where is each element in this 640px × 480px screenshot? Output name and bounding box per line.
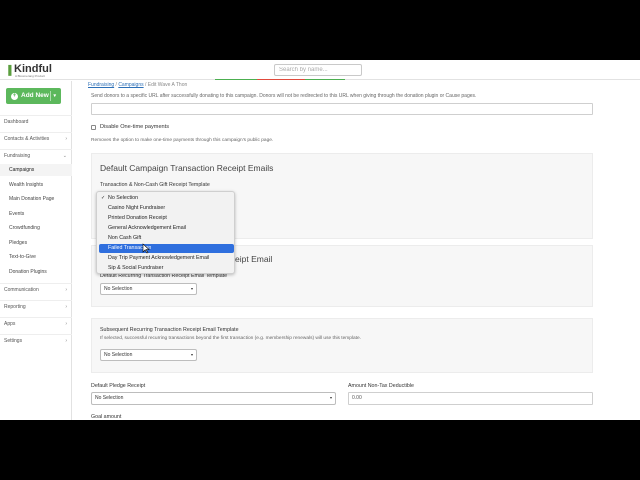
select-value: No Selection [104, 352, 133, 358]
chevron-down-icon: ▾ [190, 286, 193, 291]
sidebar-item-events[interactable]: Events [0, 208, 72, 220]
sidebar-item-crowdfunding[interactable]: Crowdfunding [0, 222, 72, 234]
chevron-down-icon: ▾ [329, 395, 332, 400]
sidebar-item-label: Apps [4, 321, 16, 327]
chevron-down-icon: ⌄ [62, 153, 67, 159]
redirect-url-input[interactable] [91, 103, 593, 115]
select-value: No Selection [95, 395, 124, 401]
sidebar-item-main-donation-page[interactable]: Main Donation Page [0, 193, 72, 205]
dropdown-option[interactable]: Day Trip Payment Acknowledgement Email [99, 254, 234, 263]
receipt-section-title: Default Campaign Transaction Receipt Ema… [100, 163, 274, 173]
dropdown-option[interactable]: Sip & Social Fundraiser [99, 264, 234, 273]
goal-amount-label: Goal amount [91, 414, 122, 420]
sidebar-item-communication[interactable]: Communication › [0, 283, 72, 295]
button-divider [50, 91, 51, 101]
checkmark-icon: ✓ [101, 195, 106, 201]
select-value: No Selection [104, 286, 133, 292]
pledge-receipt-select[interactable]: No Selection ▾ [91, 392, 336, 405]
breadcrumb-separator: / [145, 82, 147, 88]
sidebar-item-reporting[interactable]: Reporting › [0, 300, 72, 312]
add-new-label: Add New [21, 92, 49, 99]
non-tax-input[interactable]: 0.00 [348, 392, 593, 405]
chevron-right-icon: › [65, 321, 67, 327]
sidebar-item-label: Settings [4, 338, 23, 344]
pledge-receipt-label: Default Pledge Receipt [91, 383, 146, 389]
sidebar-item-label: Crowdfunding [9, 225, 40, 231]
sidebar-item-settings[interactable]: Settings › [0, 334, 72, 346]
progress-segment-red [257, 79, 305, 80]
sidebar-item-contacts[interactable]: Contacts & Activities › [0, 132, 72, 144]
non-tax-label: Amount Non-Tax Deductible [348, 383, 414, 389]
dropdown-option[interactable]: Casino Night Fundraiser [99, 204, 234, 213]
sidebar-item-label: Communication [4, 287, 39, 293]
add-new-button[interactable]: + Add New ▾ [6, 88, 61, 104]
mouse-cursor-icon [142, 243, 150, 254]
sidebar-item-label: Campaigns [9, 167, 35, 173]
kindful-logo[interactable]: ▐ Kindful A Bloomerang Product [5, 63, 65, 78]
sidebar-item-label: Wealth Insights [9, 182, 44, 188]
sidebar-item-label: Donation Plugins [9, 269, 47, 275]
receipt-template-dropdown[interactable]: ✓ No Selection Casino Night Fundraiser Pr… [96, 191, 235, 274]
sidebar: + Add New ▾ Dashboard Contacts & Activiti… [0, 81, 72, 420]
subsequent-select[interactable]: No Selection ▾ [100, 349, 197, 361]
disable-one-time-label: Disable One-time payments [100, 124, 170, 130]
progress-segment-green [305, 79, 345, 80]
top-bar: ▐ Kindful A Bloomerang Product [0, 60, 640, 80]
logo-tagline: A Bloomerang Product [15, 74, 46, 78]
sidebar-item-apps[interactable]: Apps › [0, 317, 72, 329]
kindful-logo-icon: ▐ [5, 65, 12, 75]
dropdown-option[interactable]: General Acknowledgement Email [99, 224, 234, 233]
chevron-down-icon: ▾ [190, 352, 193, 357]
breadcrumb-fundraising-link[interactable]: Fundraising [88, 82, 114, 88]
plus-icon: + [11, 93, 18, 100]
sidebar-item-label: Main Donation Page [9, 196, 55, 202]
recurring-first-select[interactable]: No Selection ▾ [100, 283, 197, 295]
subsequent-label: Subsequent Recurring Transaction Receipt… [100, 327, 239, 333]
loading-progress-bar [72, 79, 640, 81]
dropdown-option-highlighted[interactable]: Failed Transaction [99, 244, 234, 253]
sidebar-item-label: Contacts & Activities [4, 136, 50, 142]
sidebar-item-text-to-give[interactable]: Text-to-Give [0, 251, 72, 263]
dropdown-option[interactable]: Non Cash Gift [99, 234, 234, 243]
sidebar-item-dashboard[interactable]: Dashboard [0, 115, 72, 127]
dropdown-option[interactable]: Printed Donation Receipt [99, 214, 234, 223]
breadcrumb-current: Edit Wave A Thon [147, 82, 188, 88]
caret-down-icon[interactable]: ▾ [53, 88, 56, 104]
progress-segment-green [215, 79, 257, 80]
sidebar-item-wealth-insights[interactable]: Wealth Insights [0, 179, 72, 191]
disable-one-time-help: Removes the option to make one-time paym… [91, 138, 274, 143]
sidebar-item-label: Pledges [9, 240, 28, 246]
sidebar-item-label: Dashboard [4, 119, 29, 125]
sidebar-item-label: Reporting [4, 304, 26, 310]
chevron-right-icon: › [65, 304, 67, 310]
subsequent-help: If selected, successful recurring transa… [100, 336, 362, 341]
sidebar-item-fundraising[interactable]: Fundraising ⌄ [0, 149, 72, 161]
sidebar-item-label: Fundraising [4, 153, 31, 159]
chevron-right-icon: › [65, 136, 67, 142]
chevron-right-icon: › [65, 338, 67, 344]
app-window: ▐ Kindful A Bloomerang Product +Add New … [0, 60, 640, 420]
sidebar-item-label: Events [9, 211, 25, 217]
dropdown-option[interactable]: ✓ No Selection [99, 194, 234, 203]
sidebar-item-campaigns[interactable]: Campaigns [0, 164, 72, 176]
sidebar-item-pledges[interactable]: Pledges [0, 237, 72, 249]
chevron-right-icon: › [65, 287, 67, 293]
sidebar-item-label: Text-to-Give [9, 254, 36, 260]
redirect-url-help: Send donors to a specific URL after succ… [91, 93, 477, 99]
search-input[interactable] [274, 64, 362, 76]
recurring-section-title: eipt Email [235, 254, 273, 264]
receipt-template-label: Transaction & Non-Cash Gift Receipt Temp… [100, 182, 210, 188]
breadcrumb-separator: / [115, 82, 117, 88]
breadcrumb: Fundraising / Campaigns / Edit Wave A Th… [88, 82, 187, 88]
breadcrumb-campaigns-link[interactable]: Campaigns [118, 82, 143, 88]
sidebar-item-donation-plugins[interactable]: Donation Plugins [0, 266, 72, 278]
disable-one-time-checkbox[interactable] [91, 125, 96, 130]
